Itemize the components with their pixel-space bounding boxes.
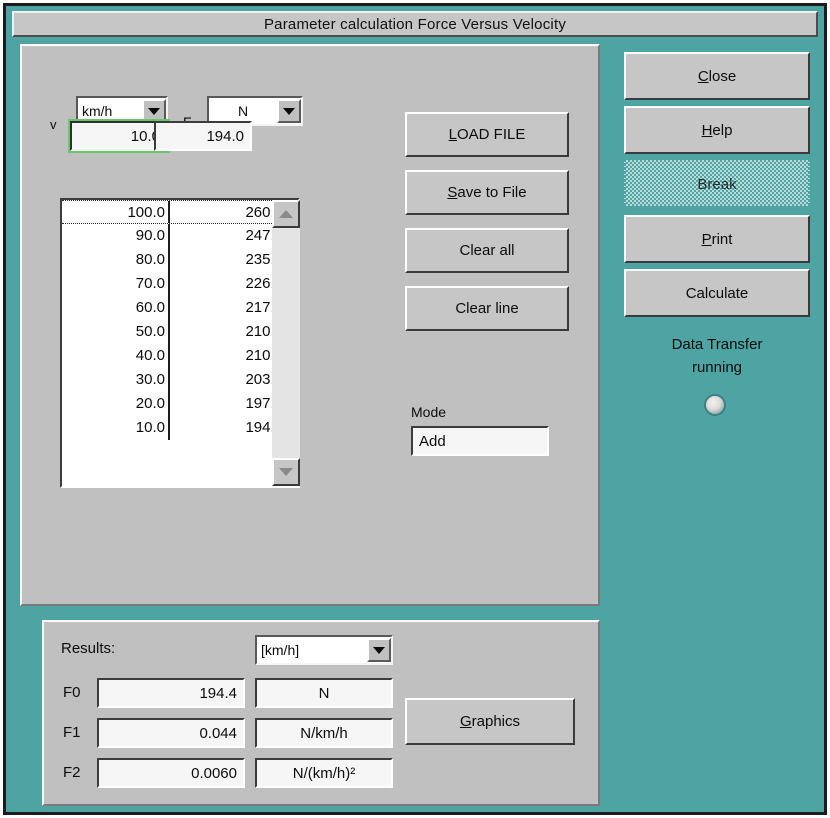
calculate-button[interactable]: Calculate (624, 269, 810, 317)
force-unit-value: N (237, 103, 249, 119)
table-row[interactable]: 70.0 226.0 (62, 272, 298, 296)
help-button[interactable]: Help (624, 106, 810, 154)
cell-force: 210.0 (170, 320, 288, 344)
cell-force: 235.0 (170, 248, 288, 272)
print-label-rest: rint (711, 230, 733, 248)
clear-all-button[interactable]: Clear all (405, 228, 569, 273)
cell-velocity: 100.0 (62, 201, 170, 223)
application-window: Parameter calculation Force Versus Veloc… (0, 0, 830, 818)
mode-input[interactable]: Add (411, 426, 549, 456)
velocity-label: v (50, 117, 57, 132)
graphics-label-rest: raphics (471, 713, 521, 730)
force-input[interactable]: 194.0 (154, 121, 252, 151)
break-button-label: Break (697, 175, 737, 193)
result-value-f0: 194.4 (97, 678, 245, 708)
result-label-f0: F0 (63, 684, 81, 701)
table-row[interactable]: 50.0 210.0 (62, 320, 298, 344)
result-unit-f0: N (255, 678, 393, 708)
results-unit-select[interactable]: [km/h] (255, 635, 393, 665)
result-unit-f2: N/(km/h)² (255, 758, 393, 788)
cell-velocity: 50.0 (62, 320, 170, 344)
close-accel: C (697, 67, 709, 85)
print-accel: P (701, 230, 712, 248)
load-file-button[interactable]: LOAD FILE (405, 112, 569, 157)
cell-velocity: 60.0 (62, 296, 170, 320)
cell-force: 197.0 (170, 392, 288, 416)
scroll-up-button[interactable] (272, 200, 300, 228)
help-label-rest: elp (712, 121, 733, 139)
measurement-list[interactable]: 100.0 260.0 90.0 247.0 80.0 235.0 70.0 226.0 60.… (60, 198, 300, 488)
save-file-label-rest: ave to File (457, 184, 527, 201)
table-row[interactable]: 40.0 210.0 (62, 344, 298, 368)
cell-velocity: 80.0 (62, 248, 170, 272)
status-line-2: running (691, 359, 743, 376)
save-to-file-button[interactable]: Save to File (405, 170, 569, 215)
help-accel: H (701, 121, 713, 139)
mode-label: Mode (411, 404, 447, 420)
load-file-accel: L (448, 126, 457, 143)
close-label-rest: lose (708, 67, 737, 85)
chevron-down-icon[interactable] (277, 99, 301, 123)
print-button[interactable]: Print (624, 215, 810, 263)
cell-velocity: 90.0 (62, 224, 170, 248)
break-button[interactable]: Break (624, 160, 810, 208)
cell-velocity: 10.0 (62, 416, 170, 440)
results-title: Results: (61, 640, 116, 657)
cell-velocity: 40.0 (62, 344, 170, 368)
cell-force: 217.0 (170, 296, 288, 320)
graphics-accel: G (459, 713, 472, 730)
window-inner-frame: Parameter calculation Force Versus Veloc… (3, 3, 827, 815)
cell-force: 203.0 (170, 368, 288, 392)
cell-velocity: 70.0 (62, 272, 170, 296)
status-line-1: Data Transfer (671, 336, 763, 353)
cell-force: 247.0 (170, 224, 288, 248)
load-file-label-rest: OAD FILE (456, 126, 526, 143)
table-row[interactable]: 10.0 194.0 (62, 416, 298, 440)
window-title: Parameter calculation Force Versus Veloc… (263, 15, 567, 33)
result-value-f1: 0.044 (97, 718, 245, 748)
table-row[interactable]: 90.0 247.0 (62, 224, 298, 248)
scroll-down-button[interactable] (272, 458, 300, 486)
result-value-f2: 0.0060 (97, 758, 245, 788)
result-label-f2: F2 (63, 764, 81, 781)
cell-velocity: 20.0 (62, 392, 170, 416)
cell-velocity: 30.0 (62, 368, 170, 392)
table-row[interactable]: 30.0 203.0 (62, 368, 298, 392)
close-button[interactable]: Close (624, 52, 810, 100)
cell-force: 210.0 (170, 344, 288, 368)
table-row[interactable]: 100.0 260.0 (62, 200, 298, 224)
cell-force: 194.0 (170, 416, 288, 440)
led-indicator-icon (704, 394, 726, 416)
results-unit-value: [km/h] (261, 642, 300, 658)
chevron-down-icon[interactable] (367, 638, 391, 662)
clear-line-button[interactable]: Clear line (405, 286, 569, 331)
table-row[interactable]: 80.0 235.0 (62, 248, 298, 272)
results-panel: Results: [km/h] F0 194.4 N F1 0.044 N/km… (42, 620, 600, 806)
velocity-unit-value: km/h (82, 103, 113, 119)
data-entry-panel: v km/h F N 10.0 194.0 100.0260.090.0247.… (20, 44, 600, 606)
result-unit-f1: N/km/h (255, 718, 393, 748)
save-file-accel: S (447, 184, 458, 201)
table-row[interactable]: 20.0 197.0 (62, 392, 298, 416)
cell-force: 226.0 (170, 272, 288, 296)
cell-force: 260.0 (170, 201, 288, 223)
result-label-f1: F1 (63, 724, 81, 741)
list-scrollbar[interactable] (272, 200, 300, 486)
title-bar: Parameter calculation Force Versus Veloc… (12, 11, 818, 37)
graphics-button[interactable]: Graphics (405, 698, 575, 745)
table-row[interactable]: 60.0 217.0 (62, 296, 298, 320)
